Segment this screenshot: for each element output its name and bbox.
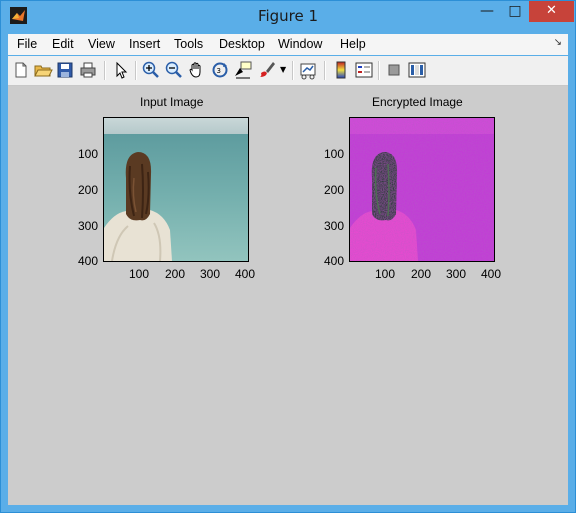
axes-title-input: Input Image bbox=[140, 95, 204, 109]
rotate-3d-icon[interactable]: 3 bbox=[210, 60, 230, 80]
input-image[interactable] bbox=[103, 117, 249, 262]
print-icon[interactable] bbox=[78, 60, 98, 80]
figure-canvas[interactable]: Input Image 100 200 300 400 100 200 300 … bbox=[8, 86, 568, 505]
maximize-button[interactable]: □ bbox=[502, 1, 528, 22]
data-cursor-icon[interactable] bbox=[233, 60, 253, 80]
toolbar-separator bbox=[378, 61, 380, 80]
ytick-label: 400 bbox=[324, 254, 345, 268]
toolbar-separator bbox=[135, 61, 137, 80]
ytick-label: 400 bbox=[78, 254, 99, 268]
figure-window: Figure 1 — □ ✕ File Edit View Insert Too… bbox=[0, 0, 576, 513]
xtick-label: 100 bbox=[129, 267, 150, 281]
xtick-label: 300 bbox=[446, 267, 467, 281]
dock-figure-icon[interactable]: ↘ bbox=[554, 37, 562, 48]
menu-tools[interactable]: Tools bbox=[174, 37, 203, 51]
menu-view[interactable]: View bbox=[88, 37, 115, 51]
new-figure-icon[interactable] bbox=[11, 60, 31, 80]
brush-dropdown-icon[interactable]: ▼ bbox=[280, 65, 286, 74]
hide-plot-tools-icon[interactable] bbox=[384, 60, 404, 80]
ytick-label: 200 bbox=[324, 183, 345, 197]
ytick-label: 100 bbox=[78, 147, 99, 161]
ytick-label: 300 bbox=[324, 219, 345, 233]
menu-window[interactable]: Window bbox=[278, 37, 322, 51]
title-bar[interactable]: Figure 1 — □ ✕ bbox=[1, 1, 575, 32]
show-plot-tools-icon[interactable] bbox=[407, 60, 427, 80]
brush-icon[interactable] bbox=[257, 60, 277, 80]
legend-icon[interactable] bbox=[354, 60, 374, 80]
xtick-label: 100 bbox=[375, 267, 396, 281]
ytick-label: 100 bbox=[324, 147, 345, 161]
xtick-label: 400 bbox=[235, 267, 256, 281]
save-icon[interactable] bbox=[55, 60, 75, 80]
svg-text:3: 3 bbox=[217, 67, 221, 75]
colorbar-icon[interactable] bbox=[331, 60, 351, 80]
minimize-button[interactable]: — bbox=[474, 1, 500, 22]
xtick-label: 200 bbox=[165, 267, 186, 281]
ytick-label: 200 bbox=[78, 183, 99, 197]
toolbar-separator bbox=[292, 61, 294, 80]
xtick-label: 400 bbox=[481, 267, 502, 281]
zoom-out-icon[interactable] bbox=[164, 60, 184, 80]
figure-toolbar: 3 ▼ bbox=[8, 56, 568, 86]
pan-hand-icon[interactable] bbox=[187, 60, 207, 80]
toolbar-separator bbox=[104, 61, 106, 80]
menu-desktop[interactable]: Desktop bbox=[219, 37, 265, 51]
close-button[interactable]: ✕ bbox=[529, 1, 574, 22]
axes-title-encrypted: Encrypted Image bbox=[372, 95, 463, 109]
ytick-label: 300 bbox=[78, 219, 99, 233]
menu-file[interactable]: File bbox=[17, 37, 37, 51]
menu-help[interactable]: Help bbox=[340, 37, 366, 51]
menu-bar: File Edit View Insert Tools Desktop Wind… bbox=[8, 34, 568, 55]
arrow-icon[interactable] bbox=[111, 60, 131, 80]
link-plot-icon[interactable] bbox=[298, 60, 318, 80]
encrypted-image[interactable] bbox=[349, 117, 495, 262]
xtick-label: 200 bbox=[411, 267, 432, 281]
menu-insert[interactable]: Insert bbox=[129, 37, 160, 51]
zoom-in-icon[interactable] bbox=[141, 60, 161, 80]
open-file-icon[interactable] bbox=[33, 60, 53, 80]
xtick-label: 300 bbox=[200, 267, 221, 281]
toolbar-separator bbox=[324, 61, 326, 80]
menu-edit[interactable]: Edit bbox=[52, 37, 74, 51]
